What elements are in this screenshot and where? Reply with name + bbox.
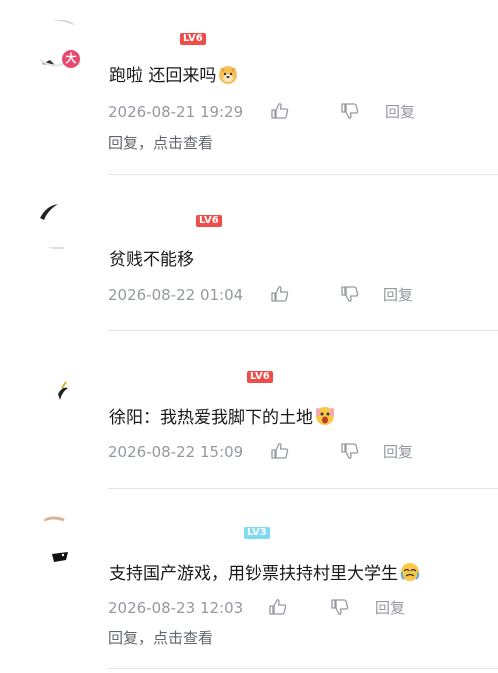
comment-time: 2026-08-23 12:03 — [108, 599, 244, 617]
crying-emoji-icon — [399, 561, 421, 583]
dislike-icon[interactable] — [330, 597, 350, 617]
level-badge: LV3 — [244, 527, 270, 539]
comment-text: 跑啦 还回来吗 — [109, 66, 217, 86]
comment-time: 2026-08-21 19:29 — [108, 103, 244, 121]
comment-item: 大 LV6 跑啦 还回来吗 2026-08-21 19:29 回复 回复，点击查… — [0, 0, 498, 176]
comment-text: 徐阳：我热爱我脚下的土地 — [109, 408, 313, 428]
divider — [108, 488, 498, 489]
user-avatar-icon[interactable] — [34, 198, 86, 250]
like-icon[interactable] — [270, 441, 290, 461]
reply-button[interactable]: 回复 — [383, 442, 413, 462]
level-badge: LV6 — [180, 33, 206, 45]
dislike-icon[interactable] — [340, 284, 360, 304]
comment-text: 支持国产游戏，用钞票扶持村里大学生 — [109, 564, 398, 584]
like-icon[interactable] — [268, 597, 288, 617]
shocked-emoji-icon — [314, 405, 336, 427]
view-replies-link[interactable]: 回复，点击查看 — [108, 133, 213, 153]
dislike-icon[interactable] — [340, 441, 360, 461]
comment-content: 跑啦 还回来吗 — [109, 63, 239, 88]
view-replies-link[interactable]: 回复，点击查看 — [108, 628, 213, 648]
comment-content: 支持国产游戏，用钞票扶持村里大学生 — [109, 561, 421, 586]
divider — [108, 174, 498, 175]
like-icon[interactable] — [270, 284, 290, 304]
reply-button[interactable]: 回复 — [385, 102, 415, 122]
level-badge: LV6 — [247, 371, 273, 383]
user-avatar-icon[interactable] — [34, 368, 86, 420]
user-avatar-icon[interactable] — [34, 514, 86, 566]
comment-time: 2026-08-22 15:09 — [108, 443, 244, 461]
comment-text: 贫贱不能移 — [109, 250, 194, 270]
doge-emoji-icon — [217, 63, 239, 85]
divider — [108, 668, 498, 669]
reply-button[interactable]: 回复 — [383, 285, 413, 305]
dislike-icon[interactable] — [340, 101, 360, 121]
comment-content: 贫贱不能移 — [109, 248, 194, 272]
comment-content: 徐阳：我热爱我脚下的土地 — [109, 405, 336, 430]
avatar-badge: 大 — [62, 50, 80, 68]
like-icon[interactable] — [270, 101, 290, 121]
level-badge: LV6 — [196, 215, 222, 227]
reply-button[interactable]: 回复 — [375, 598, 405, 618]
comment-item: LV6 徐阳：我热爱我脚下的土地 2026-08-22 15:09 回复 — [0, 330, 498, 500]
comment-item: LV3 支持国产游戏，用钞票扶持村里大学生 2026-08-23 12:03 回… — [0, 500, 498, 673]
comment-item: LV6 贫贱不能移 2026-08-22 01:04 回复 — [0, 176, 498, 354]
comment-time: 2026-08-22 01:04 — [108, 286, 244, 304]
